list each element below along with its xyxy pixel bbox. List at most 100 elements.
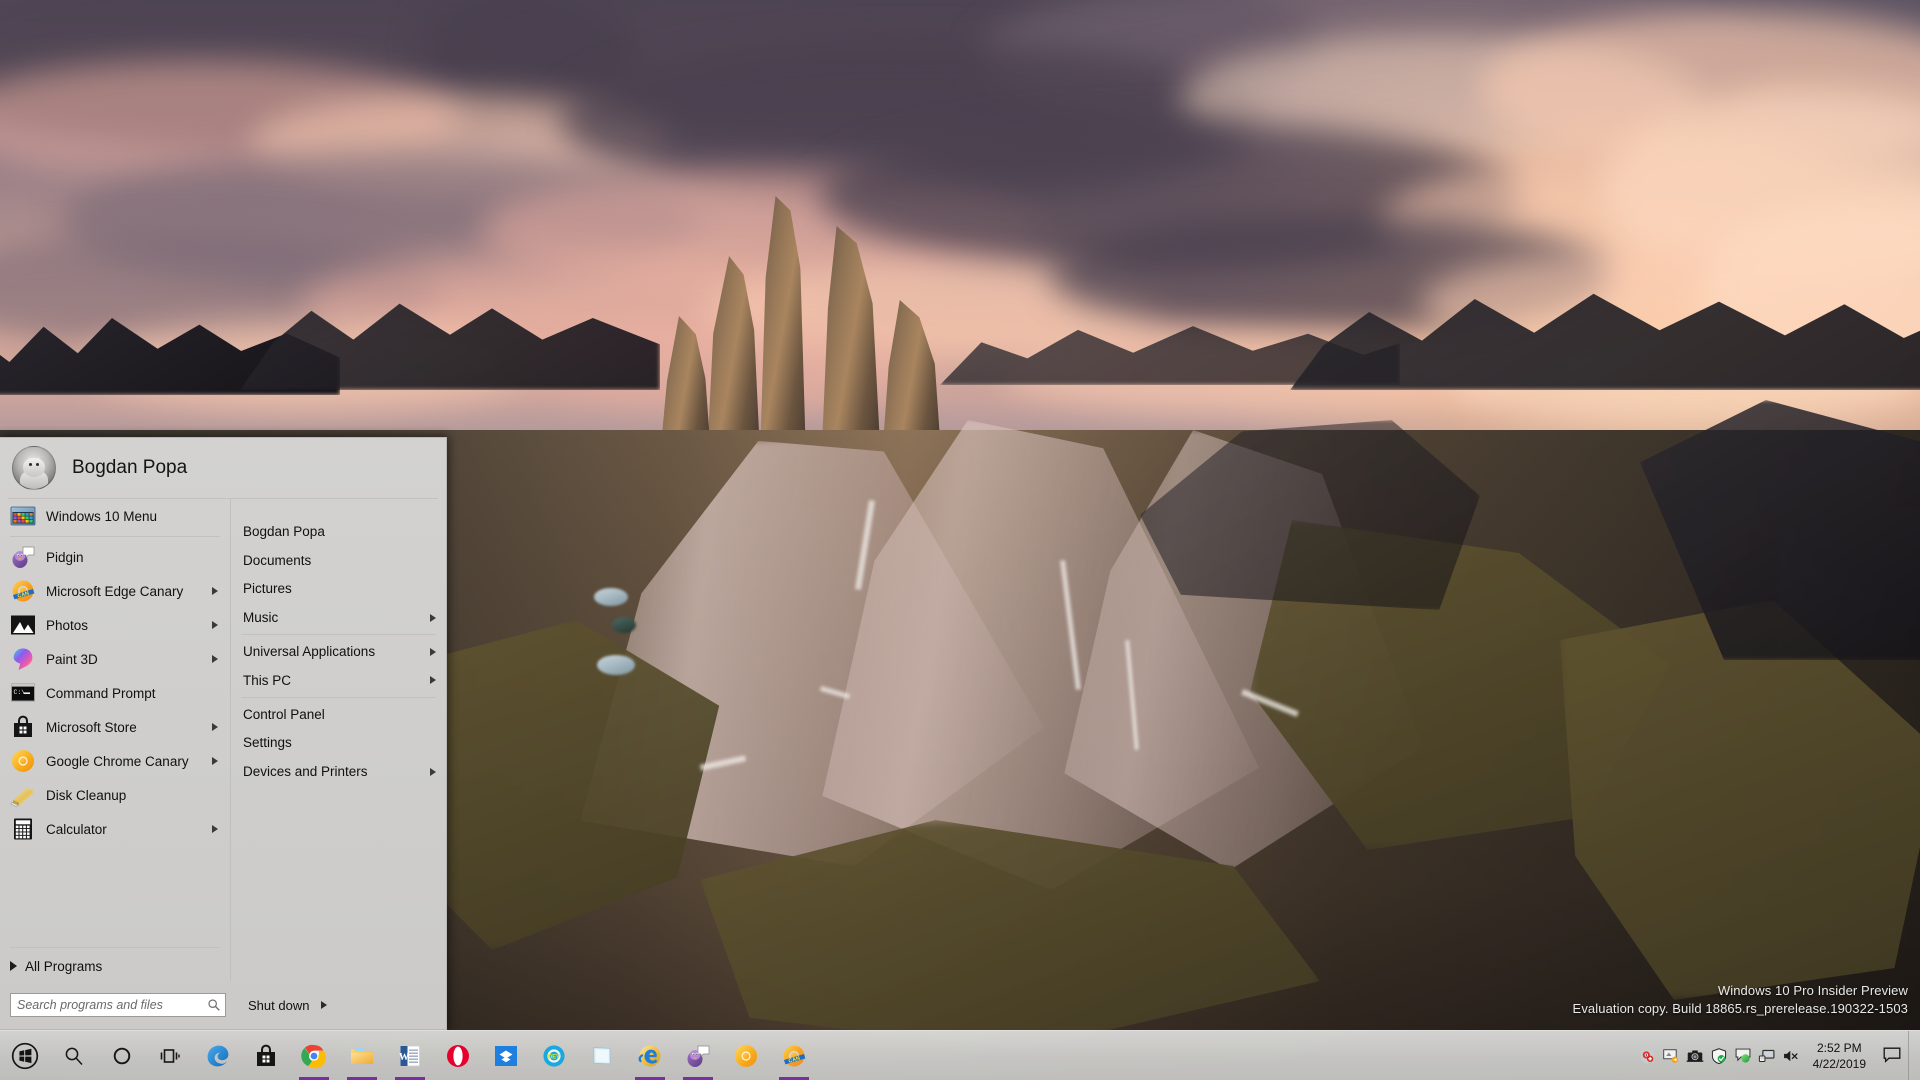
- all-programs-button[interactable]: All Programs: [0, 951, 230, 981]
- tray-windows-security[interactable]: [1707, 1031, 1731, 1080]
- camera-icon: [1686, 1049, 1703, 1062]
- chevron-right-icon[interactable]: [321, 1001, 328, 1009]
- search-icon: [65, 1047, 83, 1065]
- start-menu-place-documents[interactable]: Documents: [231, 546, 446, 575]
- taskbar-app-microsoft-edge-canary[interactable]: CAN: [770, 1031, 818, 1080]
- start-menu-place-label: Devices and Printers: [243, 764, 368, 780]
- places-divider: [241, 696, 436, 698]
- taskbar-app-list: W DEV CAN: [194, 1031, 818, 1080]
- taskbar-clock[interactable]: 2:52 PM 4/22/2019: [1803, 1040, 1876, 1072]
- taskbar-app-microsoft-edge[interactable]: [194, 1031, 242, 1080]
- start-menu-item-windows-10-menu[interactable]: Windows 10 Menu: [0, 499, 230, 533]
- start-menu-place-devices-and-printers[interactable]: Devices and Printers: [231, 757, 446, 786]
- chevron-right-icon[interactable]: [212, 723, 218, 731]
- start-menu-item-pidgin[interactable]: Pidgin: [0, 540, 230, 574]
- shutdown-button[interactable]: Shut down: [248, 998, 328, 1013]
- taskbar-app-dropbox[interactable]: [482, 1031, 530, 1080]
- tray-display-settings[interactable]: [1659, 1031, 1683, 1080]
- internet-explorer-icon: [638, 1045, 661, 1066]
- start-menu-place-label: Universal Applications: [243, 644, 376, 660]
- chevron-right-icon[interactable]: [212, 825, 218, 833]
- green-circle-icon: [1735, 1048, 1751, 1063]
- show-desktop-button[interactable]: [1908, 1030, 1916, 1080]
- taskbar-app-file-explorer[interactable]: [338, 1031, 386, 1080]
- start-menu-place-label: Bogdan Popa: [243, 523, 325, 539]
- start-menu-item-google-chrome-canary[interactable]: Google Chrome Canary: [0, 744, 230, 778]
- tray-network[interactable]: [1755, 1031, 1779, 1080]
- start-menu-place-control-panel[interactable]: Control Panel: [231, 700, 446, 729]
- svg-text:W: W: [399, 1052, 409, 1063]
- taskbar-app-google-chrome[interactable]: [290, 1031, 338, 1080]
- paint-3d-icon: [13, 648, 33, 670]
- task-view-button[interactable]: [146, 1031, 194, 1080]
- chevron-right-icon[interactable]: [430, 676, 436, 685]
- notification-icon: [1883, 1047, 1901, 1063]
- disk-cleanup-icon: [10, 782, 36, 808]
- taskbar-app-microsoft-word[interactable]: W: [386, 1031, 434, 1080]
- start-menu-item-label: Google Chrome Canary: [46, 753, 189, 769]
- start-menu-item-label: Pidgin: [46, 549, 84, 565]
- cat-avatar-icon[interactable]: [12, 446, 56, 490]
- start-menu[interactable]: Bogdan Popa Windows 10 Menu Pidgin CAN Micr…: [0, 437, 447, 1030]
- search-box[interactable]: [10, 993, 226, 1017]
- start-menu-item-disk-cleanup[interactable]: Disk Cleanup: [0, 778, 230, 812]
- chrome-canary-icon: [12, 750, 34, 772]
- taskbar-search-button[interactable]: [50, 1031, 98, 1080]
- action-center-button[interactable]: [1876, 1031, 1908, 1080]
- photos-icon: [11, 615, 35, 635]
- disk-cleanup-icon: [10, 788, 33, 807]
- chrome-icon: [301, 1044, 326, 1068]
- tray-safety-antivirus[interactable]: [1635, 1031, 1659, 1080]
- chevron-right-icon[interactable]: [430, 647, 436, 656]
- start-menu-place-label: This PC: [243, 672, 292, 688]
- chevron-right-icon[interactable]: [212, 587, 218, 595]
- chevron-right-icon[interactable]: [212, 757, 218, 765]
- start-menu-place-label: Settings: [243, 735, 292, 751]
- start-menu-item-paint-3d[interactable]: Paint 3D: [0, 642, 230, 676]
- tray-screen-capture[interactable]: [1683, 1031, 1707, 1080]
- start-menu-place-label: Documents: [243, 552, 312, 568]
- pidgin-icon: [12, 546, 35, 568]
- calculator-icon: [14, 818, 32, 840]
- cortana-circle-icon: [113, 1047, 131, 1064]
- opera-dev-icon: DEV: [543, 1044, 565, 1067]
- pinned-divider: [10, 536, 220, 537]
- chevron-right-icon[interactable]: [212, 655, 218, 663]
- chevron-right-icon[interactable]: [212, 621, 218, 629]
- cortana-button[interactable]: [98, 1031, 146, 1080]
- taskbar-app-opera[interactable]: [434, 1031, 482, 1080]
- tray-status[interactable]: [1731, 1031, 1755, 1080]
- taskbar-app-chrome-canary[interactable]: [722, 1031, 770, 1080]
- start-menu-place-music[interactable]: Music: [231, 603, 446, 632]
- start-menu-place-this-pc[interactable]: This PC: [231, 666, 446, 695]
- taskbar-app-microsoft-store[interactable]: [242, 1031, 290, 1080]
- taskbar[interactable]: W DEV CAN 2:52 PM 4/22/2019: [0, 1030, 1920, 1080]
- start-menu-user-header: Bogdan Popa: [0, 438, 446, 498]
- tray-volume-muted[interactable]: [1779, 1031, 1803, 1080]
- search-icon: [208, 999, 220, 1011]
- chrome-canary-icon: [10, 748, 36, 774]
- start-menu-item-photos[interactable]: Photos: [0, 608, 230, 642]
- start-menu-place-bogdan-popa[interactable]: Bogdan Popa: [231, 517, 446, 546]
- start-menu-item-label: Microsoft Edge Canary: [46, 583, 184, 599]
- clock-time: 2:52 PM: [1816, 1040, 1862, 1055]
- taskbar-app-internet-explorer[interactable]: [626, 1031, 674, 1080]
- start-menu-item-microsoft-edge-canary[interactable]: CAN Microsoft Edge Canary: [0, 574, 230, 608]
- start-menu-place-pictures[interactable]: Pictures: [231, 575, 446, 604]
- start-menu-item-command-prompt[interactable]: C:\ Command Prompt: [0, 676, 230, 710]
- user-name-label: Bogdan Popa: [72, 457, 188, 478]
- shield-check-icon: [1711, 1047, 1726, 1064]
- start-menu-item-calculator[interactable]: Calculator: [0, 812, 230, 846]
- start-menu-place-settings[interactable]: Settings: [231, 729, 446, 758]
- chevron-right-icon[interactable]: [430, 613, 436, 622]
- start-button[interactable]: [0, 1031, 50, 1080]
- start-menu-footer: Shut down: [0, 981, 446, 1029]
- edge-canary-icon: CAN: [10, 578, 36, 604]
- taskbar-app-pidgin[interactable]: [674, 1031, 722, 1080]
- start-menu-place-universal-applications[interactable]: Universal Applications: [231, 637, 446, 666]
- chevron-right-icon[interactable]: [430, 767, 436, 776]
- taskbar-app-sticky-notes[interactable]: [578, 1031, 626, 1080]
- start-menu-item-microsoft-store[interactable]: Microsoft Store: [0, 710, 230, 744]
- taskbar-app-opera-developer[interactable]: DEV: [530, 1031, 578, 1080]
- search-input[interactable]: [17, 995, 207, 1015]
